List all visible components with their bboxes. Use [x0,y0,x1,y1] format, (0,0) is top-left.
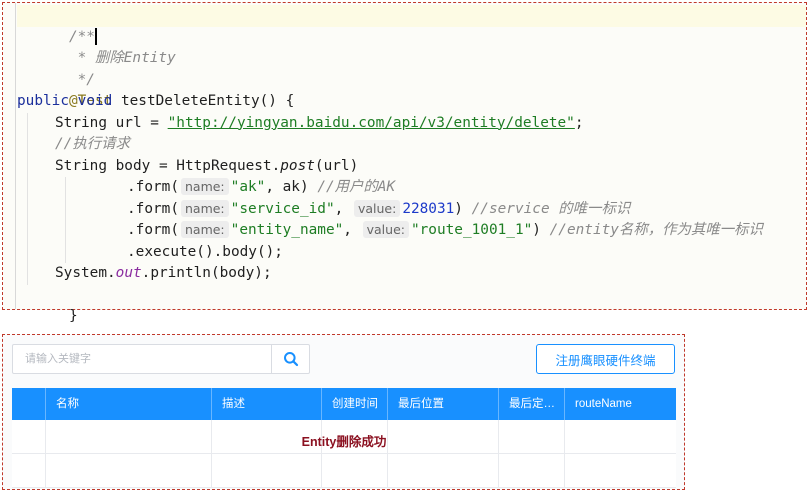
indent-guide [27,155,28,177]
table-body: Entity删除成功 [12,420,676,488]
code-line-14: } [17,285,806,324]
indent-guide [27,241,28,263]
param-hint-name: name: [180,199,229,217]
form1-comment: //用户的AK [317,179,396,195]
comma: , [334,200,352,217]
comma: , [343,222,361,238]
header-select-column [12,388,45,420]
delete-success-message: Entity删除成功 [301,435,387,449]
table-row [12,454,676,488]
code-line-1: /** [17,5,806,45]
header-route-name[interactable]: routeName [564,388,676,420]
form3-value: "route_1001_1" [410,222,533,238]
code-line-5: public void testDeleteEntity() { [17,91,806,113]
editor-gutter [3,3,16,309]
header-last-located[interactable]: 最后定位... [498,388,564,420]
keyword-public: public [17,93,69,109]
header-created-time[interactable]: 创建时间 [321,388,387,420]
indent-guide [65,241,66,263]
url-declaration: String url = [55,114,168,131]
close-paren: ) [454,200,463,217]
register-terminal-button[interactable]: 注册鹰眼硬件终端 [536,344,675,374]
indent-guide [27,220,28,242]
table-header: 名称 描述 创建时间 最后位置 最后定位... routeName [12,388,676,420]
code-line-7: //执行请求 [17,134,806,156]
form2-key: "service_id" [230,200,335,217]
indent-guide [27,112,28,134]
keyword-void: void [77,93,113,109]
param-hint-value: value: [362,221,409,238]
close-paren: ) [532,222,541,238]
header-description[interactable]: 描述 [211,388,321,420]
indent-guide [65,220,66,242]
comma: , [265,179,283,195]
code-line-10: .form(name: "service_id", value: 228031) /… [17,198,806,220]
code-line-3: */ [17,48,806,88]
code-line-6: String url = "http://yingyan.baidu.com/a… [17,112,806,134]
search-icon [283,352,298,367]
post-argument: (url) [314,157,359,174]
print-prefix: System. [55,265,116,281]
indent-guide [27,198,28,220]
param-hint-value: value: [353,199,401,217]
header-name[interactable]: 名称 [45,388,211,420]
form3-comment: //entity名称，作为其唯一标识 [549,222,763,238]
param-hint-name: name: [180,221,229,238]
header-last-position[interactable]: 最后位置 [387,388,498,420]
closing-brace: } [68,308,78,324]
form-call-1: .form( [127,179,179,195]
form1-key: "ak" [230,179,266,195]
entity-table: 名称 描述 创建时间 最后位置 最后定位... routeName Entity… [12,388,676,488]
search-button[interactable] [271,345,309,373]
code-line-4: @Test [17,70,806,109]
execute-call: .execute().body(); [127,243,283,260]
form2-value: 228031 [402,200,455,217]
form-call-3: .form( [127,222,179,238]
code-line-8: String body = HttpRequest.post(url) [17,155,806,177]
indent-guide [65,177,66,199]
indent-guide [27,263,28,285]
indent-guide [27,177,28,199]
url-string[interactable]: "http://yingyan.baidu.com/api/v3/entity/… [168,115,575,131]
search-input[interactable] [13,345,273,373]
form-call-2: .form( [127,200,179,217]
method-signature: testDeleteEntity() { [120,93,295,109]
param-hint-name: name: [180,178,229,195]
code-editor-panel[interactable]: /** * 删除Entity */ @Test public void test… [2,2,807,324]
code-line-2: * 删除Entity [17,27,806,66]
code-line-13: System.out.println(body); [17,263,806,285]
code-line-12: .execute().body(); [17,241,806,263]
indent-guide [65,198,66,220]
form1-value: ak) [282,179,309,195]
body-declaration: String body = HttpRequest. [55,157,281,174]
code-lines: /** * 删除Entity */ @Test public void test… [17,5,806,324]
post-call: post [280,157,315,174]
comment-exec: //执行请求 [55,136,130,152]
print-field: out [115,265,142,281]
entity-management-panel: 注册鹰眼硬件终端 名称 描述 创建时间 最后位置 最后定位... routeNa… [2,334,685,490]
code-line-11: .form(name: "entity_name", value: "route_1… [17,220,806,242]
print-suffix: .println(body); [141,265,272,281]
form3-key: "entity_name" [230,222,344,238]
form2-comment: //service 的唯一标识 [471,200,631,217]
indent-guide [27,134,28,156]
search-box [12,344,310,374]
code-line-9: .form(name: "ak", ak) //用户的AK [17,177,806,199]
